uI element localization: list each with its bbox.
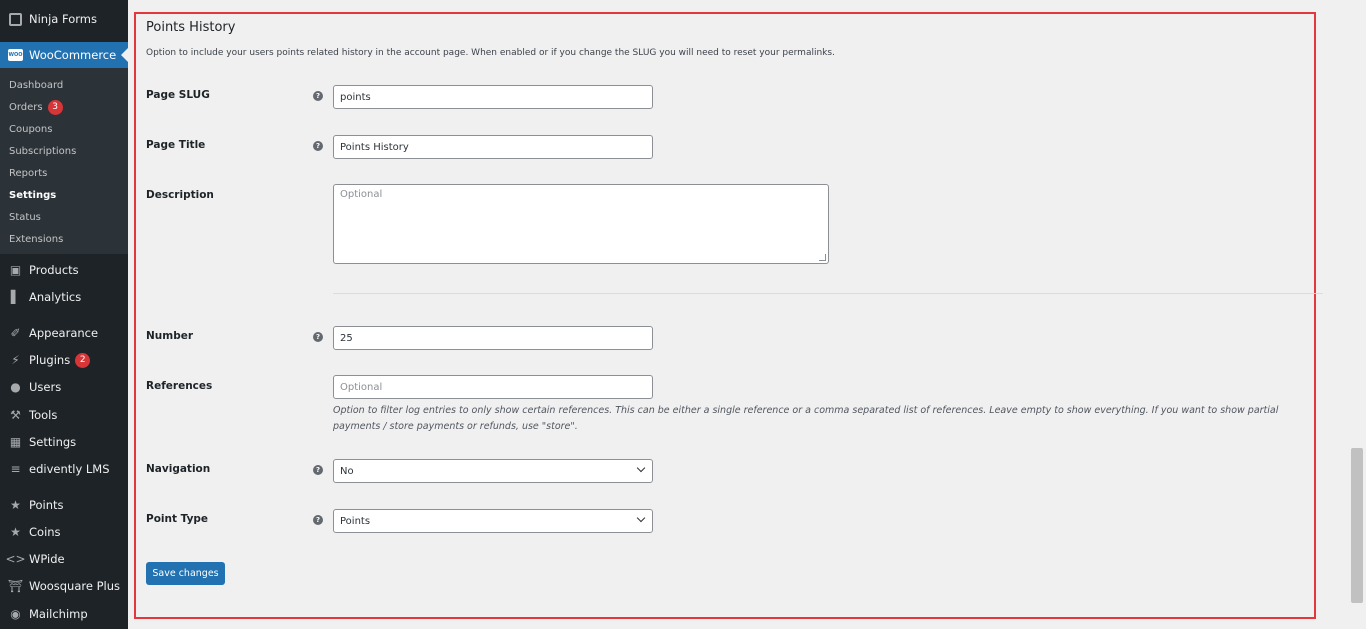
- store-icon: ⛩: [7, 579, 24, 593]
- menu-label: Plugins: [29, 353, 71, 367]
- brush-icon: ✐: [10, 326, 21, 340]
- help-icon[interactable]: ?: [313, 91, 323, 101]
- plugins-count-badge: 2: [75, 352, 91, 368]
- admin-sidebar: Ninja Forms WOO WooCommerce Dashboard Or…: [0, 0, 128, 629]
- menu-tools[interactable]: ⚒ Tools: [0, 402, 128, 428]
- menu-label: Appearance: [29, 326, 99, 340]
- page-slug-input[interactable]: points: [333, 85, 653, 109]
- menu-label: Analytics: [29, 290, 82, 304]
- description-textarea[interactable]: Optional: [333, 184, 829, 264]
- menu-label: Products: [29, 263, 79, 277]
- menu-label: Ninja Forms: [29, 12, 97, 26]
- menu-appearance[interactable]: ✐ Appearance: [0, 320, 128, 346]
- highlight-frame: [134, 12, 1316, 619]
- help-icon[interactable]: ?: [313, 515, 323, 525]
- submenu-dashboard[interactable]: Dashboard: [9, 77, 63, 93]
- references-label: References: [146, 380, 213, 392]
- references-input[interactable]: Optional: [333, 375, 653, 399]
- point-type-select[interactable]: Points: [333, 509, 653, 533]
- menu-label: Tools: [29, 408, 58, 422]
- page-slug-label: Page SLUG: [146, 89, 210, 101]
- number-input[interactable]: 25: [333, 326, 653, 350]
- navigation-selected-value: No: [340, 465, 354, 477]
- point-type-label: Point Type: [146, 513, 209, 525]
- star-icon: ★: [10, 525, 21, 539]
- resize-grip-icon[interactable]: [819, 254, 826, 261]
- mailchimp-icon: ◉: [10, 607, 21, 621]
- help-icon[interactable]: ?: [313, 465, 323, 475]
- user-icon: ●: [10, 380, 21, 394]
- woocommerce-icon: WOO: [8, 48, 23, 63]
- star-icon: ★: [10, 498, 21, 512]
- menu-label: Points: [29, 498, 64, 512]
- save-changes-button[interactable]: Save changes: [146, 562, 225, 585]
- orders-count-badge: 3: [47, 99, 63, 115]
- bar-chart-icon: ▌: [10, 290, 21, 304]
- page-title-label: Page Title: [146, 139, 206, 151]
- navigation-label: Navigation: [146, 463, 211, 475]
- menu-edivently-lms[interactable]: ≡ edivently LMS: [0, 456, 128, 482]
- wrench-icon: ⚒: [10, 408, 21, 422]
- section-title: Points History: [146, 20, 236, 35]
- menu-wpide[interactable]: <> WPide: [0, 546, 128, 572]
- chevron-down-icon: [636, 463, 646, 473]
- plug-icon: ⚡: [11, 353, 20, 367]
- menu-analytics[interactable]: ▌ Analytics: [0, 284, 128, 310]
- help-icon[interactable]: ?: [313, 141, 323, 151]
- submenu-label: Orders: [9, 101, 43, 113]
- submenu-extensions[interactable]: Extensions: [9, 231, 63, 247]
- scrollbar-thumb[interactable]: [1351, 448, 1363, 603]
- menu-label: Settings: [29, 435, 77, 449]
- menu-plugins[interactable]: ⚡ Plugins 2: [0, 347, 128, 373]
- chevron-down-icon: [636, 513, 646, 523]
- point-type-selected-value: Points: [340, 515, 371, 527]
- section-description: Option to include your users points rela…: [146, 48, 835, 58]
- menu-label: Woosquare Plus: [29, 579, 121, 593]
- box-icon: ▣: [9, 263, 22, 277]
- menu-ninja-forms[interactable]: Ninja Forms: [0, 6, 128, 32]
- page-scrollbar[interactable]: [1348, 0, 1366, 629]
- code-icon: <>: [5, 552, 26, 566]
- section-divider: [333, 293, 1323, 294]
- list-icon: ≡: [10, 462, 21, 476]
- menu-woocommerce[interactable]: WOO WooCommerce: [0, 42, 128, 68]
- woocommerce-submenu: [0, 68, 128, 254]
- menu-coins[interactable]: ★ Coins: [0, 519, 128, 545]
- menu-label: WPide: [29, 552, 65, 566]
- menu-woosquare-plus[interactable]: ⛩ Woosquare Plus: [0, 573, 128, 599]
- menu-users[interactable]: ● Users: [0, 374, 128, 400]
- menu-mailchimp[interactable]: ◉ Mailchimp: [0, 601, 128, 627]
- menu-label: edivently LMS: [29, 462, 110, 476]
- number-label: Number: [146, 330, 194, 342]
- submenu-subscriptions[interactable]: Subscriptions: [9, 143, 76, 159]
- page-title-input[interactable]: Points History: [333, 135, 653, 159]
- sliders-icon: ▦: [9, 435, 22, 449]
- menu-label: Mailchimp: [29, 607, 88, 621]
- description-placeholder: Optional: [340, 189, 383, 200]
- menu-points[interactable]: ★ Points: [0, 492, 128, 518]
- submenu-coupons[interactable]: Coupons: [9, 121, 52, 137]
- references-hint: Option to filter log entries to only sho…: [333, 405, 1279, 432]
- menu-settings[interactable]: ▦ Settings: [0, 429, 128, 455]
- menu-label: Coins: [29, 525, 61, 539]
- menu-label: WooCommerce: [29, 48, 117, 62]
- form-icon: [8, 12, 23, 27]
- menu-products[interactable]: ▣ Products: [0, 257, 128, 283]
- menu-label: Users: [29, 380, 62, 394]
- submenu-settings[interactable]: Settings: [9, 187, 56, 203]
- submenu-orders[interactable]: Orders 3: [9, 99, 63, 115]
- submenu-status[interactable]: Status: [9, 209, 41, 225]
- help-icon[interactable]: ?: [313, 332, 323, 342]
- submenu-reports[interactable]: Reports: [9, 165, 47, 181]
- description-label: Description: [146, 189, 214, 201]
- navigation-select[interactable]: No: [333, 459, 653, 483]
